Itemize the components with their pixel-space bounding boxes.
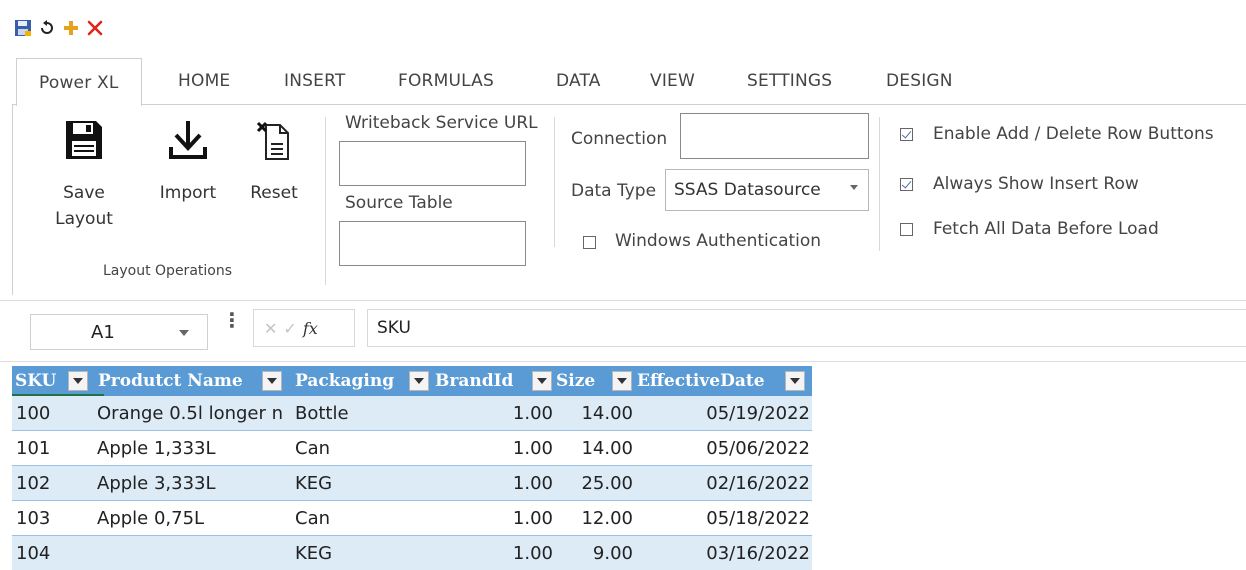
confirm-icon[interactable]: ✓ (283, 319, 296, 338)
document-reset-icon (254, 119, 294, 166)
table-row[interactable]: 100 Orange 0.5l longer name Bottle 1.00 … (12, 396, 812, 430)
cancel-icon[interactable]: ✕ (264, 319, 277, 338)
table-row[interactable]: 102 Apple 3,333L KEG 1.00 25.00 02/16/20… (12, 466, 812, 500)
source-table-label: Source Table (345, 193, 453, 213)
tab-design[interactable]: DESIGN (886, 58, 953, 104)
tab-settings[interactable]: SETTINGS (747, 58, 832, 104)
tab-insert[interactable]: INSERT (284, 58, 345, 104)
chevron-down-icon (850, 185, 858, 190)
filter-dropdown-icon[interactable] (785, 371, 805, 391)
formula-input[interactable]: SKU (367, 309, 1246, 347)
table-row[interactable]: 104 KEG 1.00 9.00 03/16/2022 (12, 536, 812, 570)
tab-data[interactable]: DATA (556, 58, 601, 104)
tab-power-xl[interactable]: Power XL (16, 58, 142, 106)
enable-add-delete-checkbox[interactable] (900, 128, 913, 141)
ribbon-panel: Save Layout Import Reset Layout Operatio… (12, 104, 1246, 295)
source-table-input[interactable] (339, 221, 526, 266)
separator (879, 117, 880, 251)
reset-label: Reset (250, 183, 298, 203)
undo-icon[interactable] (36, 17, 58, 39)
close-icon[interactable] (84, 17, 106, 39)
save-layout-label-2: Layout (55, 209, 113, 229)
separator (554, 117, 555, 247)
filter-dropdown-icon[interactable] (68, 371, 88, 391)
add-icon[interactable] (60, 17, 82, 39)
import-label: Import (159, 183, 217, 203)
fetch-all-data-label: Fetch All Data Before Load (933, 219, 1159, 239)
quick-access-toolbar (12, 14, 106, 42)
filter-dropdown-icon[interactable] (612, 371, 632, 391)
formula-value: SKU (377, 318, 411, 338)
connection-label: Connection (571, 129, 668, 149)
tab-home[interactable]: HOME (178, 58, 230, 104)
data-type-label: Data Type (571, 181, 657, 201)
enable-add-delete-label: Enable Add / Delete Row Buttons (933, 124, 1214, 144)
writeback-url-label: Writeback Service URL (345, 113, 538, 133)
filter-dropdown-icon[interactable] (532, 371, 552, 391)
download-icon (168, 119, 208, 166)
layout-operations-group-label: Layout Operations (103, 263, 233, 279)
always-show-insert-checkbox[interactable] (900, 178, 913, 191)
table-row[interactable]: 103 Apple 0,75L Can 1.00 12.00 05/18/202… (12, 501, 812, 535)
save-layout-label-1: Save (63, 183, 105, 203)
ribbon-tabs: Power XL HOME INSERT FORMULAS DATA VIEW … (16, 58, 1246, 106)
always-show-insert-label: Always Show Insert Row (933, 174, 1139, 194)
separator (325, 117, 326, 285)
save-icon[interactable] (12, 17, 34, 39)
windows-auth-label: Windows Authentication (615, 231, 822, 251)
column-header-sku[interactable]: SKU (12, 366, 104, 396)
windows-auth-checkbox[interactable] (583, 236, 596, 249)
tab-view[interactable]: VIEW (650, 58, 695, 104)
import-button[interactable]: Import (153, 119, 223, 206)
formula-actions: ✕ ✓ fx (253, 309, 355, 347)
reset-button[interactable]: Reset (239, 119, 309, 206)
filter-dropdown-icon[interactable] (409, 371, 429, 391)
fetch-all-data-checkbox[interactable] (900, 223, 913, 236)
data-type-value: SSAS Datasource (674, 180, 821, 200)
formula-bar: A1 ⋮ ✕ ✓ fx SKU (0, 300, 1246, 362)
table-row[interactable]: 101 Apple 1,333L Can 1.00 14.00 05/06/20… (12, 431, 812, 465)
floppy-disk-icon (64, 119, 104, 166)
writeback-url-input[interactable] (339, 141, 526, 186)
cell-reference: A1 (91, 321, 115, 343)
save-layout-button[interactable]: Save Layout (49, 119, 119, 232)
data-type-select[interactable]: SSAS Datasource (665, 169, 869, 211)
fx-icon[interactable]: fx (303, 319, 318, 338)
chevron-down-icon (179, 330, 189, 336)
name-box[interactable]: A1 (30, 314, 208, 350)
tab-formulas[interactable]: FORMULAS (398, 58, 494, 104)
connection-input[interactable] (680, 113, 869, 159)
filter-dropdown-icon[interactable] (262, 371, 282, 391)
more-options-icon[interactable]: ⋮ (222, 310, 242, 330)
